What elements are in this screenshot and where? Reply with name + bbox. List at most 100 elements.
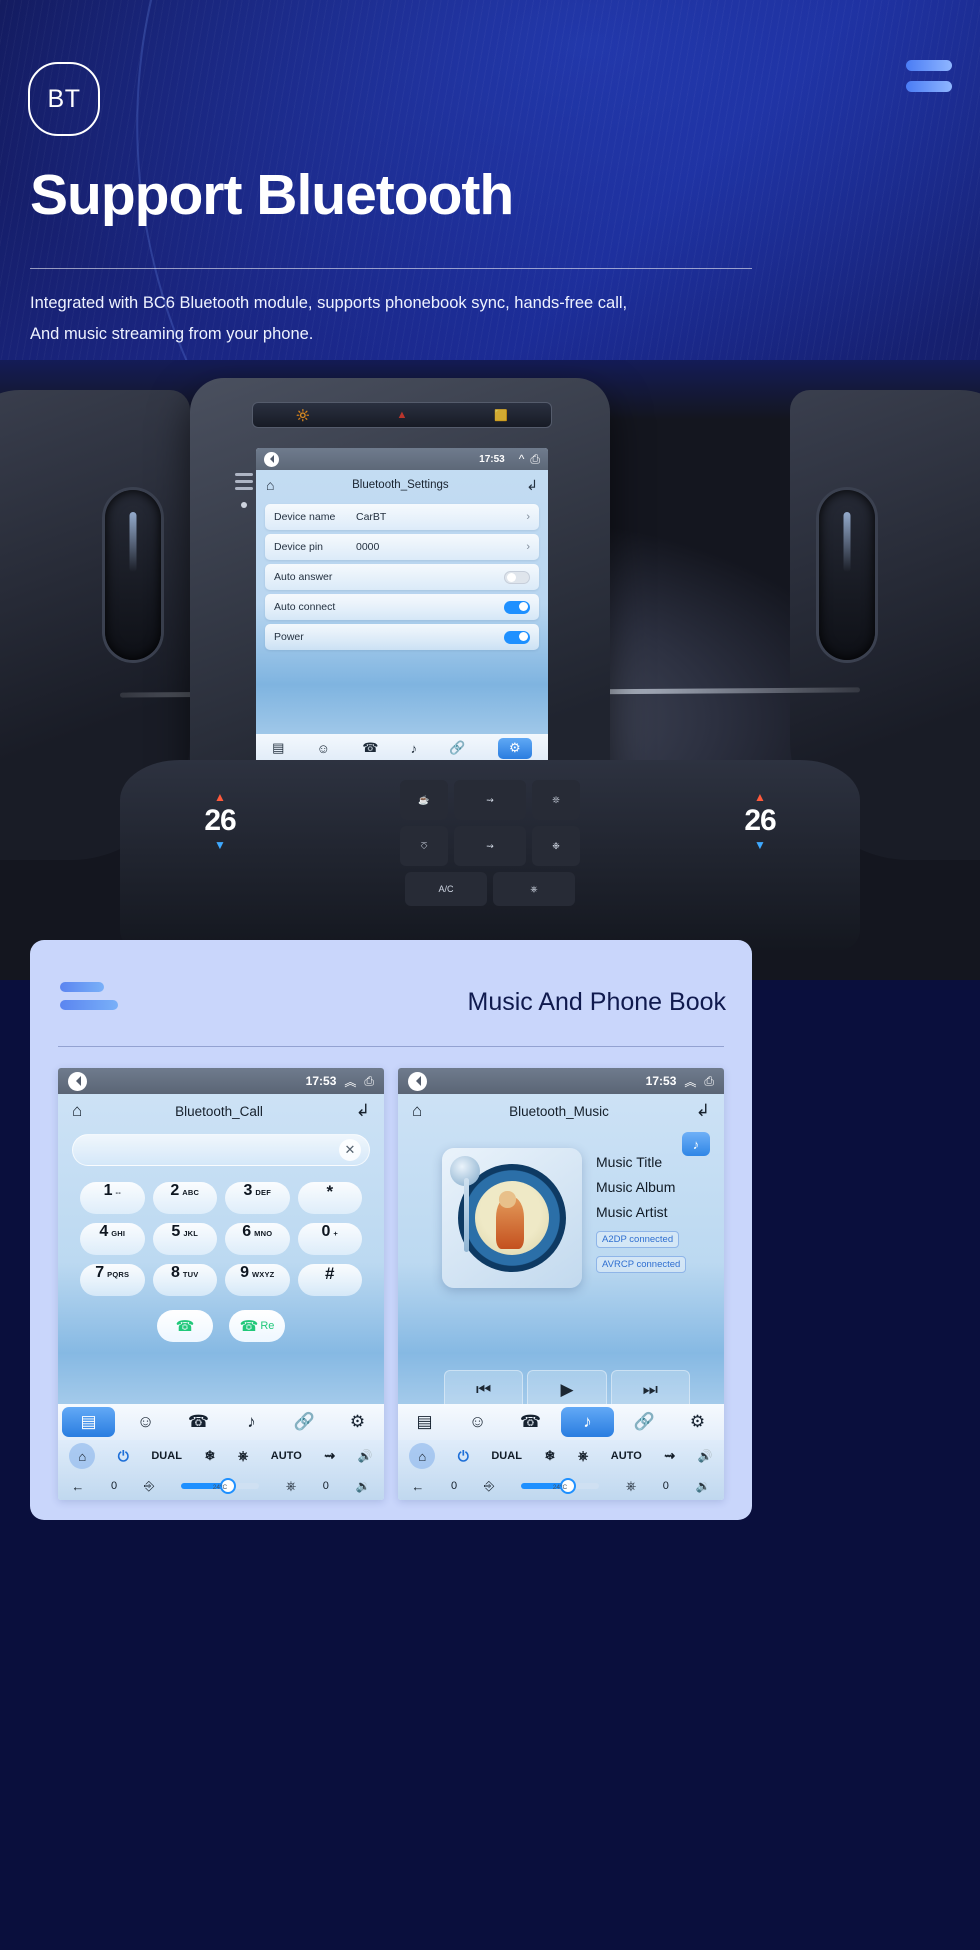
settings-row-device-pin[interactable]: Device pin 0000 › — [265, 534, 539, 560]
dial-key-hash[interactable]: # — [297, 1264, 362, 1296]
dial-key-4[interactable]: 4 GHI — [80, 1223, 145, 1255]
back-arrow-icon[interactable] — [408, 1071, 427, 1091]
fan-speed-slider[interactable]: 24°C — [520, 1478, 599, 1494]
phone-icon[interactable]: ☎ — [362, 740, 378, 756]
auto-connect-toggle[interactable] — [504, 600, 530, 614]
back-arrow-icon[interactable]: ← — [71, 1479, 84, 1494]
dial-key-9[interactable]: 9 WXYZ — [225, 1264, 290, 1296]
snowflake-icon[interactable]: ❄ — [204, 1448, 215, 1464]
seat-icon[interactable]: ⎆ — [484, 1478, 494, 1494]
dial-key-1[interactable]: 1 -- — [80, 1182, 145, 1214]
window-icon[interactable]: ⎙ — [530, 452, 540, 467]
settings-row-auto-connect[interactable]: Auto connect — [265, 594, 539, 620]
power-toggle[interactable] — [504, 630, 530, 644]
dial-key-8[interactable]: 8 TUV — [152, 1264, 217, 1296]
volume-down-icon[interactable]: 🔉 — [696, 1479, 711, 1493]
undo-icon[interactable]: ↲ — [526, 477, 538, 494]
dial-key-0[interactable]: 0 + — [297, 1223, 362, 1255]
redial-button[interactable]: ☎ Re — [229, 1310, 285, 1342]
link-icon[interactable]: 🔗 — [449, 740, 465, 756]
dial-key-5[interactable]: 5 JKL — [152, 1223, 217, 1255]
hvac-dual-label[interactable]: DUAL — [491, 1450, 522, 1462]
home-icon[interactable]: ⌂ — [412, 1101, 422, 1121]
settings-icon[interactable]: ⚙ — [497, 737, 532, 759]
dial-key-3[interactable]: 3 DEF — [225, 1182, 290, 1214]
airflow-upper-button[interactable]: ⇝ — [454, 780, 526, 820]
settings-icon[interactable]: ⚙ — [671, 1404, 724, 1440]
dial-input[interactable]: ✕ — [72, 1134, 370, 1166]
seat-icon[interactable]: ⎆ — [144, 1478, 154, 1494]
close-icon[interactable]: ✕ — [339, 1139, 361, 1161]
menu-icon[interactable] — [906, 60, 952, 92]
ac-button[interactable]: A/C — [405, 872, 487, 906]
power-icon[interactable]: ⏻ — [458, 1448, 469, 1465]
grid-icon[interactable]: ▤ — [62, 1407, 115, 1437]
hvac-auto-label[interactable]: AUTO — [271, 1450, 302, 1462]
home-icon[interactable]: ⌂ — [69, 1443, 96, 1469]
auto-answer-toggle[interactable] — [504, 570, 530, 584]
screen-bluetooth-call[interactable]: 17:53 ︽ ⎙ ⌂ Bluetooth_Call ↲ ✕ 1 -- 2 ABC … — [58, 1068, 384, 1500]
dial-key-7[interactable]: 7 PQRS — [80, 1264, 145, 1296]
chevron-up-icon[interactable]: ︽ — [684, 1073, 696, 1090]
music-icon[interactable]: ♪ — [561, 1407, 614, 1437]
power-icon[interactable]: ⏻ — [118, 1448, 129, 1465]
dial-key-star[interactable]: * — [297, 1182, 362, 1214]
settings-row-power[interactable]: Power — [265, 624, 539, 650]
call-button[interactable]: ☎ — [157, 1310, 213, 1342]
contacts-icon[interactable]: ☺ — [119, 1404, 172, 1440]
temp-up-icon[interactable]: ▲ — [160, 790, 280, 804]
screen-bluetooth-music[interactable]: 17:53 ︽ ⎙ ⌂ Bluetooth_Music ↲ ♪ Music Ti… — [398, 1068, 724, 1500]
airflow-icon[interactable]: ⇝ — [324, 1448, 335, 1464]
temp-down-icon[interactable]: ▼ — [700, 838, 820, 852]
link-icon[interactable]: 🔗 — [278, 1404, 331, 1440]
grid-icon[interactable]: ▤ — [272, 740, 284, 756]
dial-key-2[interactable]: 2 ABC — [152, 1182, 217, 1214]
home-icon[interactable]: ⌂ — [72, 1101, 82, 1121]
grid-icon[interactable]: ▤ — [398, 1404, 451, 1440]
window-icon[interactable]: ⎙ — [364, 1074, 374, 1089]
back-arrow-icon[interactable] — [68, 1071, 87, 1091]
hazard-button-strip[interactable]: 🔆 ▲ 🟨 — [252, 402, 552, 428]
undo-icon[interactable]: ↲ — [356, 1101, 370, 1121]
airflow-icon[interactable]: ⇝ — [664, 1448, 675, 1464]
chevron-up-icon[interactable]: ︽ — [344, 1073, 356, 1090]
hvac-auto-label[interactable]: AUTO — [611, 1450, 642, 1462]
hvac-dual-label[interactable]: DUAL — [151, 1450, 182, 1462]
airflow-mid-button[interactable]: ⇝ — [454, 826, 526, 866]
back-arrow-icon[interactable]: ← — [411, 1479, 424, 1494]
dial-key-6[interactable]: 6 MNO — [225, 1223, 290, 1255]
snowflake-icon[interactable]: ❄ — [544, 1448, 555, 1464]
fan-down-button[interactable]: ❉ — [532, 826, 580, 866]
fan-up-button[interactable]: ❊ — [532, 780, 580, 820]
temp-down-icon[interactable]: ▼ — [160, 838, 280, 852]
undo-icon[interactable]: ↲ — [696, 1101, 710, 1121]
home-icon[interactable]: ⌂ — [266, 477, 274, 493]
recirculate-button[interactable]: ⎈ — [493, 872, 575, 906]
settings-row-auto-answer[interactable]: Auto answer — [265, 564, 539, 590]
seat-heat-icon[interactable]: ⎈ — [286, 1478, 296, 1494]
fan-speed-slider[interactable]: 24°C — [180, 1478, 259, 1494]
temp-up-icon[interactable]: ▲ — [700, 790, 820, 804]
link-icon[interactable]: 🔗 — [618, 1404, 671, 1440]
rear-defrost-icon[interactable]: ⎈ — [578, 1448, 588, 1464]
volume-up-icon[interactable]: 🔊 — [358, 1449, 373, 1463]
volume-down-icon[interactable]: 🔉 — [356, 1479, 371, 1493]
settings-icon[interactable]: ⚙ — [331, 1404, 384, 1440]
home-icon[interactable]: ⌂ — [409, 1443, 436, 1469]
rear-defrost-button[interactable]: ⎏ — [400, 826, 448, 866]
music-icon[interactable]: ♪ — [682, 1132, 710, 1156]
card-menu-icon[interactable] — [60, 982, 118, 1010]
chevron-up-icon[interactable]: ^ — [519, 452, 525, 466]
settings-row-device-name[interactable]: Device name CarBT › — [265, 504, 539, 530]
seat-heat-icon[interactable]: ⎈ — [626, 1478, 636, 1494]
rear-defrost-icon[interactable]: ⎈ — [238, 1448, 248, 1464]
music-icon[interactable]: ♪ — [225, 1404, 278, 1440]
music-icon[interactable]: ♪ — [411, 741, 418, 756]
phone-icon[interactable]: ☎ — [172, 1404, 225, 1440]
phone-icon[interactable]: ☎ — [504, 1404, 557, 1440]
back-arrow-icon[interactable] — [264, 451, 279, 467]
window-icon[interactable]: ⎙ — [704, 1074, 714, 1089]
contacts-icon[interactable]: ☺ — [451, 1404, 504, 1440]
contacts-icon[interactable]: ☺ — [317, 741, 330, 756]
front-defrost-button[interactable]: ☕ — [400, 780, 448, 820]
